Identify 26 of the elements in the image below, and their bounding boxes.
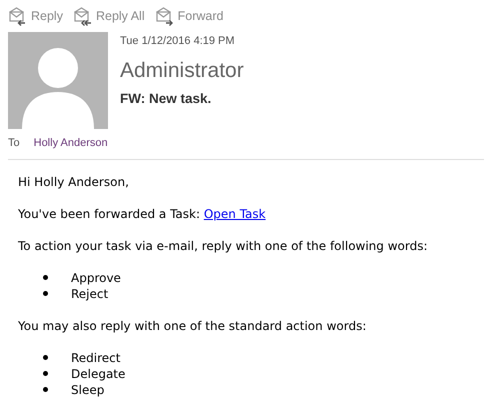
recipient-name: Holly Anderson [34,136,108,151]
envelope-icon [72,6,92,26]
subject: FW: New task. [120,90,212,108]
reply-all-button[interactable]: Reply All [72,6,145,26]
bullet-icon [43,355,48,360]
bullet-icon [43,387,48,392]
list-item: Sleep [71,382,104,398]
paragraph: You've been forwarded a Task: Open Task [18,206,267,222]
list-item: Reject [71,286,108,302]
paragraph: You may also reply with one of the standard action words: [18,318,368,334]
list-item: Redirect [71,350,120,366]
paragraph: To action your task via e-mail, reply with one of the following words: [18,238,429,254]
list-item: Delegate [71,366,126,382]
list-item: Approve [71,270,121,286]
envelope-icon [8,6,27,26]
bullet-icon [43,371,48,376]
bullet-icon [43,275,48,280]
forward-button[interactable]: Forward [154,6,224,26]
task-link[interactable]: Open Task [204,206,266,220]
reply-button[interactable]: Reply [8,6,63,26]
envelope-icon [154,6,174,26]
bullet-icon [43,291,48,296]
paragraph: Hi Holly Anderson, [18,174,130,190]
to-label: To [8,136,20,151]
sender-name: Administrator [120,58,244,83]
date-time: Tue 1/12/2016 4:19 PM [120,34,236,49]
